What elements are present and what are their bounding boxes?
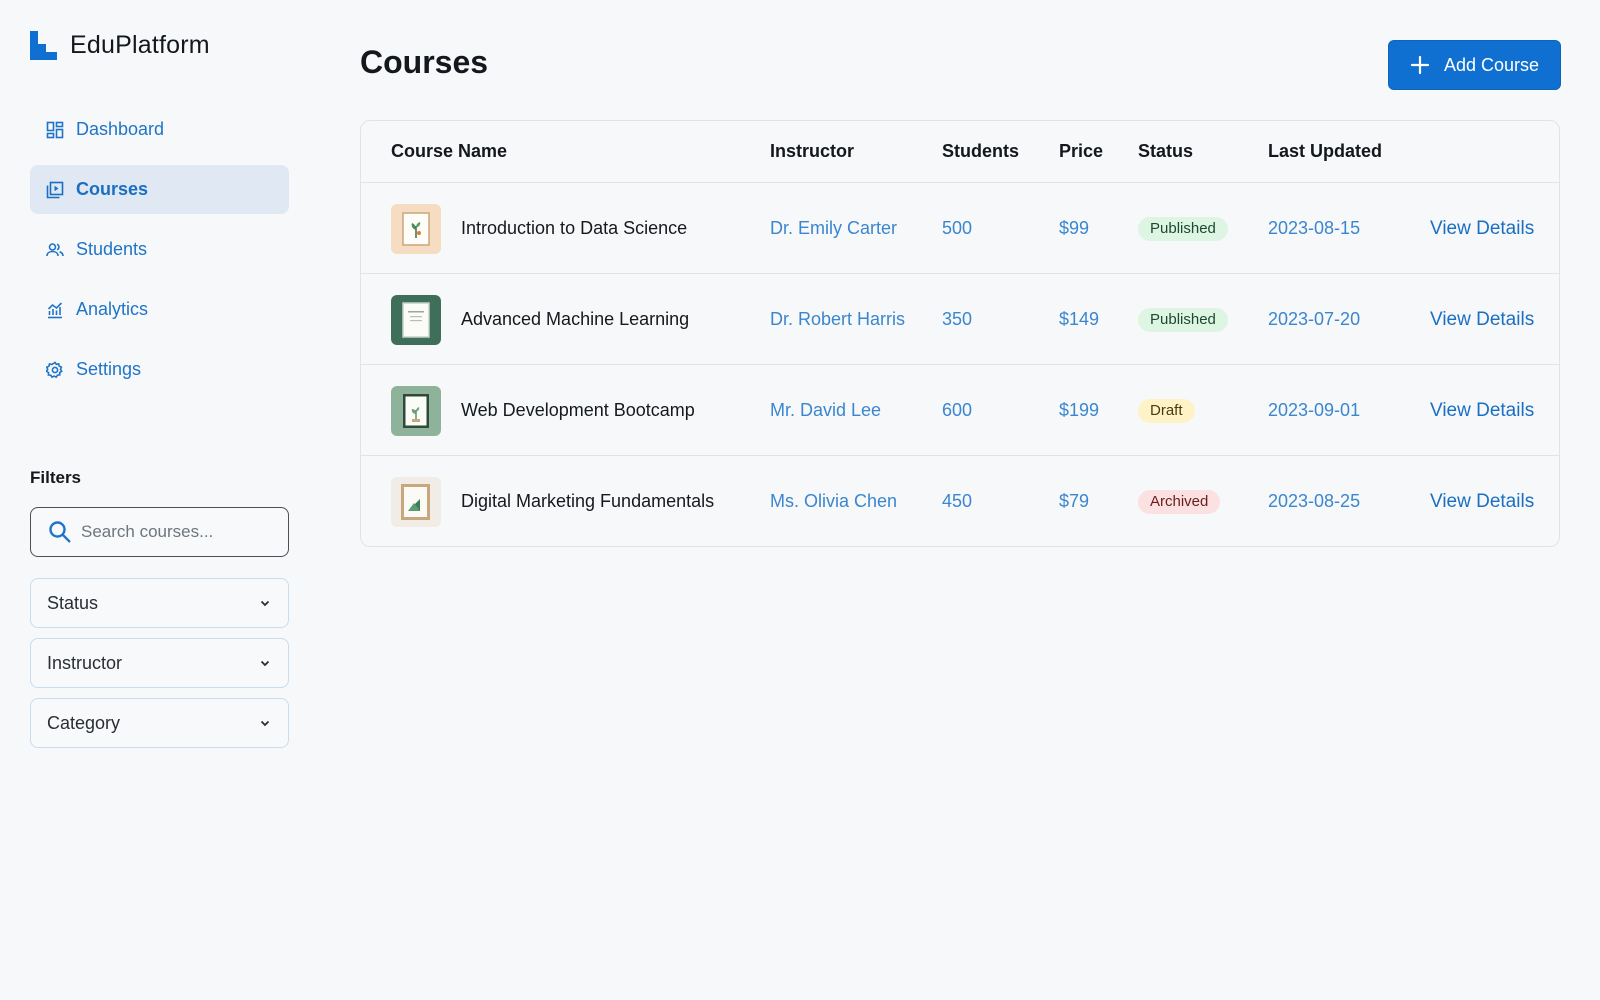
dashboard-icon: [46, 121, 64, 139]
status-badge: Draft: [1138, 398, 1195, 423]
category-filter-select[interactable]: Category: [30, 698, 289, 748]
table-row[interactable]: Digital Marketing Fundamentals Ms. Olivi…: [361, 456, 1559, 546]
add-course-button[interactable]: Add Course: [1388, 40, 1561, 90]
student-count: 600: [942, 400, 973, 420]
course-thumbnail: [391, 203, 441, 254]
status-badge: Published: [1138, 216, 1228, 241]
chevron-down-icon: [258, 656, 272, 670]
students-icon: [46, 241, 64, 259]
course-price: $199: [1059, 400, 1100, 420]
status-badge: Archived: [1138, 489, 1221, 514]
brand[interactable]: EduPlatform: [30, 31, 210, 60]
student-count: 500: [942, 218, 973, 238]
column-header-instructor[interactable]: Instructor: [770, 141, 854, 162]
course-thumbnail: [391, 294, 441, 345]
last-updated: 2023-09-01: [1268, 400, 1361, 420]
table-row[interactable]: Introduction to Data Science Dr. Emily C…: [361, 183, 1559, 274]
analytics-icon: [46, 301, 64, 319]
course-thumbnail: [391, 476, 441, 527]
sidebar-item-dashboard[interactable]: Dashboard: [30, 105, 289, 154]
sidebar-item-courses[interactable]: Courses: [30, 165, 289, 214]
filters-heading: Filters: [30, 468, 82, 487]
app: EduPlatform Dashboard Courses Students A…: [0, 0, 1600, 1000]
instructor-name: Mr. David Lee: [770, 400, 882, 420]
status-badge: Published: [1138, 307, 1228, 332]
sidebar-item-label: Students: [76, 239, 148, 259]
chevron-down-icon: [258, 716, 272, 730]
table-row[interactable]: Web Development Bootcamp Mr. David Lee 6…: [361, 365, 1559, 456]
table-row[interactable]: Advanced Machine Learning Dr. Robert Har…: [361, 274, 1559, 365]
student-count: 450: [942, 491, 973, 511]
search-input[interactable]: [81, 522, 261, 542]
course-name: Introduction to Data Science: [461, 218, 688, 238]
settings-icon: [46, 360, 64, 379]
column-header-course-name[interactable]: Course Name: [391, 141, 507, 162]
last-updated: 2023-08-15: [1268, 218, 1361, 238]
column-header-students[interactable]: Students: [942, 141, 1019, 162]
sidebar-item-students[interactable]: Students: [30, 225, 289, 274]
course-price: $79: [1059, 491, 1090, 511]
sidebar-item-label: Analytics: [76, 299, 149, 319]
courses-icon: [46, 181, 64, 199]
last-updated: 2023-08-25: [1268, 491, 1361, 511]
course-name: Web Development Bootcamp: [461, 400, 695, 420]
view-details-link[interactable]: View Details: [1430, 491, 1534, 513]
table-header: Course Name Instructor Students Price St…: [361, 121, 1559, 183]
sidebar-item-label: Settings: [76, 359, 142, 379]
sidebar-item-settings[interactable]: Settings: [30, 345, 289, 394]
brand-name: EduPlatform: [70, 31, 210, 59]
course-name: Advanced Machine Learning: [461, 309, 690, 329]
sidebar-item-label: Dashboard: [76, 119, 165, 139]
select-label: Status: [47, 592, 99, 613]
course-price: $99: [1059, 218, 1090, 238]
course-price: $149: [1059, 309, 1100, 329]
sidebar-nav: Dashboard Courses Students Analytics Set…: [30, 105, 289, 405]
column-header-last-updated[interactable]: Last Updated: [1268, 141, 1382, 162]
chevron-down-icon: [258, 596, 272, 610]
page-title: Courses: [360, 44, 489, 80]
column-header-price[interactable]: Price: [1059, 141, 1103, 162]
sidebar-item-analytics[interactable]: Analytics: [30, 285, 289, 334]
courses-table: Course Name Instructor Students Price St…: [360, 120, 1560, 547]
plus-icon: [1410, 55, 1430, 75]
add-course-label: Add Course: [1443, 54, 1540, 75]
view-details-link[interactable]: View Details: [1430, 309, 1534, 331]
select-label: Instructor: [47, 652, 123, 673]
instructor-name: Dr. Emily Carter: [770, 218, 898, 238]
instructor-filter-select[interactable]: Instructor: [30, 638, 289, 688]
view-details-link[interactable]: View Details: [1430, 400, 1534, 422]
sidebar-item-label: Courses: [76, 179, 149, 199]
view-details-link[interactable]: View Details: [1430, 218, 1534, 240]
search-icon: [47, 519, 73, 545]
status-filter-select[interactable]: Status: [30, 578, 289, 628]
course-name: Digital Marketing Fundamentals: [461, 491, 715, 511]
column-header-status[interactable]: Status: [1138, 141, 1193, 162]
student-count: 350: [942, 309, 973, 329]
course-thumbnail: [391, 385, 441, 436]
logo-icon: [30, 31, 57, 60]
select-label: Category: [47, 712, 121, 733]
instructor-name: Ms. Olivia Chen: [770, 491, 898, 511]
instructor-name: Dr. Robert Harris: [770, 309, 906, 329]
search-field[interactable]: [30, 507, 289, 557]
last-updated: 2023-07-20: [1268, 309, 1361, 329]
